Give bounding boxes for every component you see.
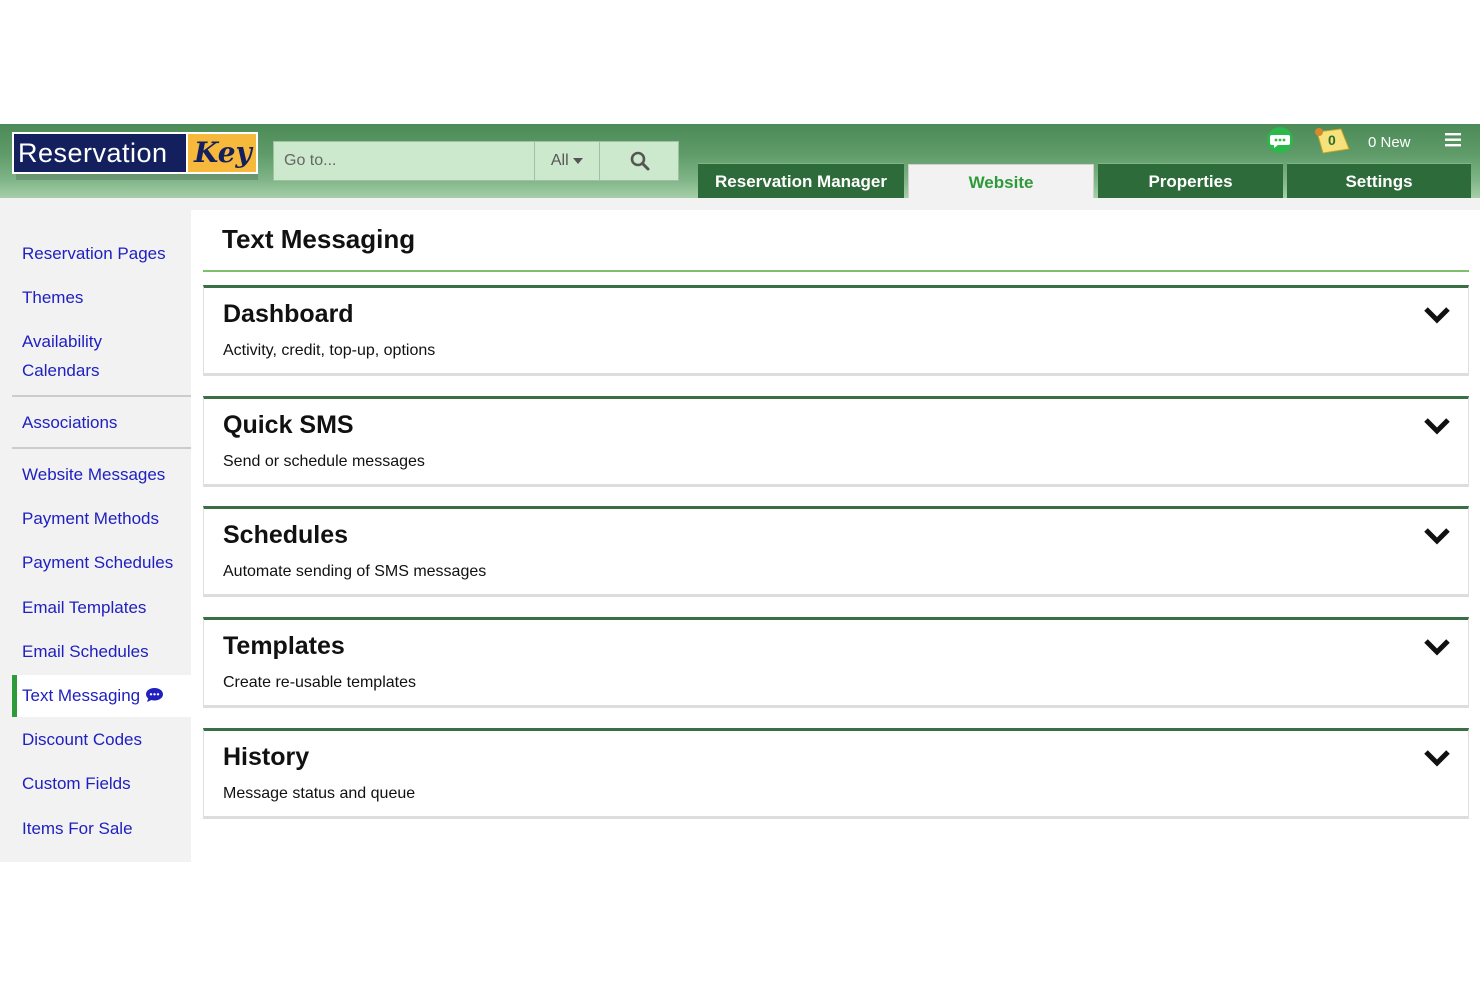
notification-count: 0 xyxy=(1328,132,1336,148)
new-count-label[interactable]: 0 New xyxy=(1368,134,1411,151)
chevron-down-icon[interactable] xyxy=(1423,305,1451,325)
chat-icon xyxy=(1267,127,1293,153)
logo[interactable]: Reservation Key xyxy=(12,132,260,180)
chevron-down-icon[interactable] xyxy=(1423,637,1451,657)
sidebar-item-availability[interactable]: Availability xyxy=(22,327,102,356)
search-button[interactable] xyxy=(599,142,680,180)
tab-properties[interactable]: Properties xyxy=(1098,163,1283,198)
sidebar-item-custom-fields[interactable]: Custom Fields xyxy=(22,769,131,798)
card-subtitle: Automate sending of SMS messages xyxy=(223,563,487,580)
main-panel: Text Messaging Dashboard Activity, credi… xyxy=(191,210,1480,862)
logo-shadow xyxy=(16,174,258,180)
card-title: Templates xyxy=(223,632,345,660)
chevron-down-icon[interactable] xyxy=(1423,748,1451,768)
card-history[interactable]: History Message status and queue xyxy=(203,728,1469,819)
sidebar-item-email-templates[interactable]: Email Templates xyxy=(22,593,146,622)
top-header: Reservation Key All 0 0 New Reservation xyxy=(0,124,1480,198)
tab-settings[interactable]: Settings xyxy=(1287,163,1471,198)
card-title: Dashboard xyxy=(223,300,354,328)
search-scope-label: All xyxy=(550,152,569,169)
content-area: Reservation Pages Themes Availability Ca… xyxy=(0,198,1480,862)
sidebar: Reservation Pages Themes Availability Ca… xyxy=(0,198,191,862)
sidebar-item-reservation-pages[interactable]: Reservation Pages xyxy=(22,239,166,268)
sidebar-item-items-for-sale[interactable]: Items For Sale xyxy=(22,814,133,843)
search-bar: All xyxy=(273,141,679,181)
sidebar-item-label: Text Messaging xyxy=(22,686,141,705)
chevron-down-icon[interactable] xyxy=(1423,416,1451,436)
chat-button[interactable] xyxy=(1265,126,1295,154)
card-title: Quick SMS xyxy=(223,411,354,439)
card-templates[interactable]: Templates Create re-usable templates xyxy=(203,617,1469,708)
sidebar-item-email-schedules[interactable]: Email Schedules xyxy=(22,637,149,666)
search-icon xyxy=(630,151,650,171)
tab-reservation-manager[interactable]: Reservation Manager xyxy=(698,163,904,198)
card-dashboard[interactable]: Dashboard Activity, credit, top-up, opti… xyxy=(203,285,1469,376)
sidebar-item-website-messages[interactable]: Website Messages xyxy=(22,460,165,489)
chat-icon xyxy=(145,688,163,702)
card-subtitle: Create re-usable templates xyxy=(223,674,416,691)
menu-icon xyxy=(1445,133,1461,147)
chevron-down-icon[interactable] xyxy=(1423,526,1451,546)
search-scope-select[interactable]: All xyxy=(534,142,599,180)
sidebar-item-associations[interactable]: Associations xyxy=(22,408,117,437)
sidebar-item-payment-methods[interactable]: Payment Methods xyxy=(22,504,159,533)
page-title: Text Messaging xyxy=(222,224,416,254)
search-input[interactable] xyxy=(274,142,554,180)
menu-button[interactable] xyxy=(1444,133,1462,147)
sidebar-item-text-messaging[interactable]: Text Messaging xyxy=(22,681,164,710)
card-title: Schedules xyxy=(223,521,349,549)
logo-text-reservation: Reservation xyxy=(12,132,188,174)
logo-text-key: Key xyxy=(188,132,258,174)
card-subtitle: Send or schedule messages xyxy=(223,453,425,470)
sidebar-item-themes[interactable]: Themes xyxy=(22,283,83,312)
card-subtitle: Message status and queue xyxy=(223,785,416,802)
notifications-button[interactable]: 0 xyxy=(1311,126,1351,156)
card-subtitle: Activity, credit, top-up, options xyxy=(223,342,436,359)
sidebar-divider xyxy=(12,447,191,449)
tab-website[interactable]: Website xyxy=(908,164,1094,198)
card-title: History xyxy=(223,743,310,771)
caret-down-icon xyxy=(573,157,584,164)
sidebar-divider xyxy=(12,395,191,397)
sidebar-item-discount-codes[interactable]: Discount Codes xyxy=(22,725,142,754)
title-divider xyxy=(203,270,1469,272)
sidebar-item-payment-schedules[interactable]: Payment Schedules xyxy=(22,548,173,577)
card-quick-sms[interactable]: Quick SMS Send or schedule messages xyxy=(203,396,1469,487)
card-schedules[interactable]: Schedules Automate sending of SMS messag… xyxy=(203,506,1469,597)
app: Reservation Key All 0 0 New Reservation xyxy=(0,124,1480,862)
sidebar-item-calendars[interactable]: Calendars xyxy=(22,356,100,385)
